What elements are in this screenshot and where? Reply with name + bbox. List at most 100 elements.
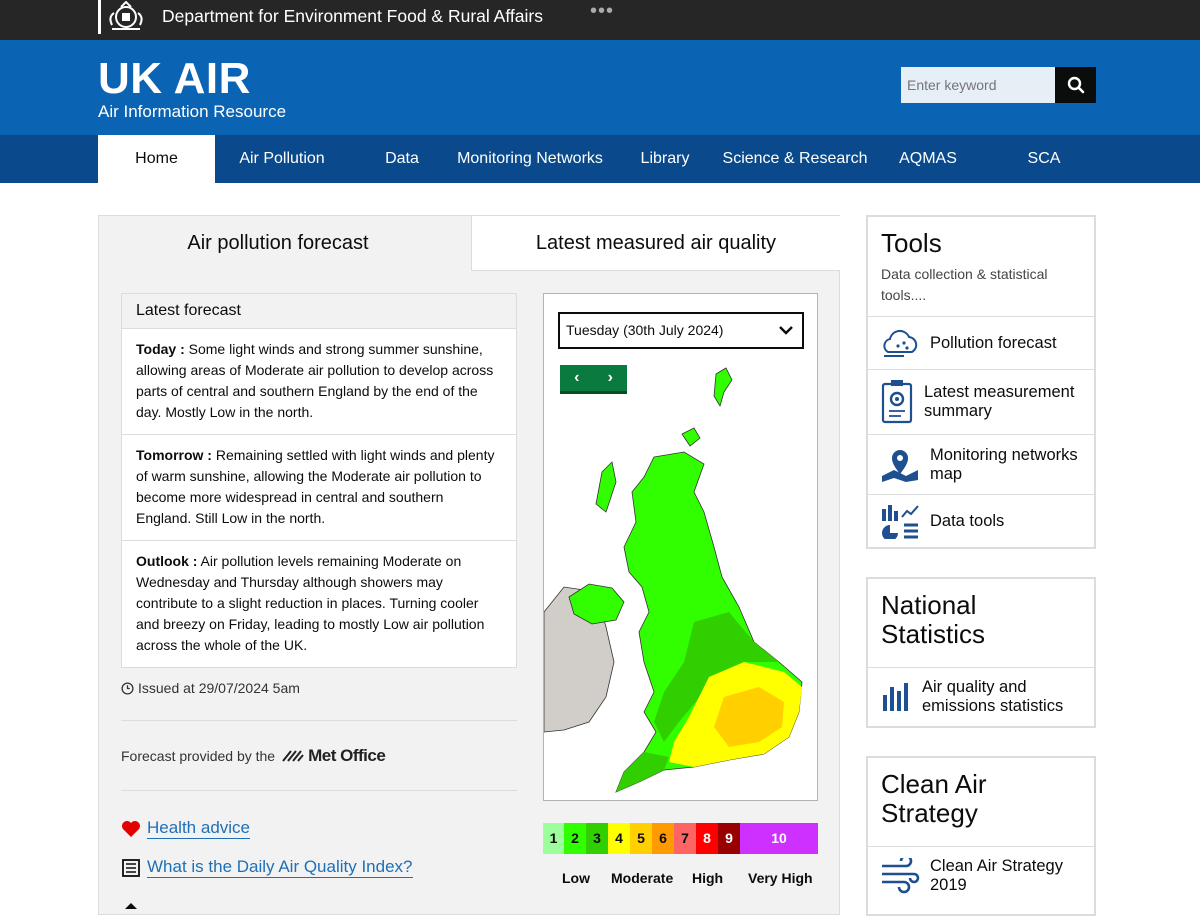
tool-latest-measurement-summary[interactable]: Latest measurement summary bbox=[868, 369, 1094, 434]
nav-data[interactable]: Data bbox=[362, 135, 442, 183]
health-advice-link-row: Health advice bbox=[121, 818, 251, 839]
daqi-scale: 1 2 3 4 5 6 7 8 9 10 bbox=[543, 823, 818, 854]
map-pin-icon bbox=[880, 448, 920, 482]
clock-icon bbox=[121, 681, 134, 695]
daqi-band-5: 5 bbox=[630, 823, 652, 854]
orkney-shape bbox=[681, 427, 701, 447]
daqi-band-6: 6 bbox=[652, 823, 674, 854]
nav-home[interactable]: Home bbox=[98, 135, 215, 183]
daqi-band-2: 2 bbox=[564, 823, 586, 854]
search-button[interactable] bbox=[1055, 67, 1096, 103]
daqi-band-1: 1 bbox=[543, 823, 564, 854]
site-subtitle: Air Information Resource bbox=[98, 102, 287, 121]
met-office-logo[interactable]: Met Office bbox=[281, 746, 386, 766]
tool-monitoring-networks-map[interactable]: Monitoring networks map bbox=[868, 434, 1094, 494]
search-input[interactable] bbox=[901, 67, 1055, 103]
selected-day: Tuesday (30th July 2024) bbox=[566, 322, 724, 338]
more-menu-icon[interactable]: ••• bbox=[590, 0, 614, 23]
department-name[interactable]: Department for Environment Food & Rural … bbox=[162, 6, 543, 27]
tool-pollution-forecast[interactable]: Pollution forecast bbox=[868, 316, 1094, 369]
met-office-swoosh-icon bbox=[282, 750, 304, 762]
tool-monitoring-networks-label: Monitoring networks map bbox=[930, 445, 1078, 483]
tomorrow-label: Tomorrow : bbox=[136, 447, 212, 463]
nav-sca[interactable]: SCA bbox=[1004, 135, 1084, 183]
forecast-tomorrow: Tomorrow : Remaining settled with light … bbox=[122, 435, 516, 541]
forecast-provider: Forecast provided by the Met Office bbox=[121, 746, 386, 766]
daqi-band-10: 10 bbox=[740, 823, 818, 854]
daqi-band-9: 9 bbox=[718, 823, 740, 854]
air-quality-emissions-stats-link[interactable]: Air quality and emissions statistics bbox=[868, 667, 1094, 726]
forecast-today: Today : Some light winds and strong summ… bbox=[122, 329, 516, 435]
department-bar: Department for Environment Food & Rural … bbox=[0, 0, 1200, 40]
daqi-band-7: 7 bbox=[674, 823, 696, 854]
outlook-label: Outlook : bbox=[136, 553, 198, 569]
tools-box: Tools Data collection & statistical tool… bbox=[866, 215, 1096, 549]
tool-pollution-forecast-label: Pollution forecast bbox=[930, 333, 1057, 352]
health-advice-link[interactable]: Health advice bbox=[147, 818, 251, 839]
daqi-band-4: 4 bbox=[608, 823, 630, 854]
daqi-band-8: 8 bbox=[696, 823, 718, 854]
site-title[interactable]: UK AIR bbox=[98, 54, 251, 104]
divider bbox=[121, 720, 517, 721]
cloud-forecast-icon bbox=[880, 326, 920, 360]
clipboard-report-icon bbox=[880, 379, 914, 425]
latest-forecast-box: Latest forecast Today : Some light winds… bbox=[121, 293, 517, 668]
daqi-level-very-high: Very High bbox=[748, 870, 813, 886]
data-charts-icon bbox=[880, 503, 920, 539]
tab-latest-measured[interactable]: Latest measured air quality bbox=[471, 216, 840, 271]
latest-forecast-heading: Latest forecast bbox=[122, 294, 516, 329]
clean-air-strategy-2019-label: Clean Air Strategy 2019 bbox=[930, 856, 1063, 894]
royal-crest-icon[interactable] bbox=[98, 0, 150, 34]
tools-title: Tools bbox=[881, 228, 942, 258]
bar-chart-icon bbox=[880, 681, 912, 713]
tool-data-tools-label: Data tools bbox=[930, 511, 1005, 530]
met-office-name: Met Office bbox=[308, 746, 386, 765]
forecast-panel: Air pollution forecast Latest measured a… bbox=[98, 215, 840, 915]
main-navigation: Home Air Pollution Data Monitoring Netwo… bbox=[0, 135, 1200, 183]
search-icon bbox=[1067, 76, 1084, 94]
tools-description: Data collection & statistical tools.... bbox=[881, 266, 1048, 303]
issued-text: Issued at 29/07/2024 5am bbox=[138, 680, 300, 696]
daqi-info-link[interactable]: What is the Daily Air Quality Index? bbox=[147, 857, 413, 878]
daqi-level-high: High bbox=[692, 870, 724, 886]
provided-by-text: Forecast provided by the bbox=[121, 748, 276, 764]
divider bbox=[121, 790, 517, 791]
today-text: Some light winds and strong summer sunsh… bbox=[136, 341, 494, 420]
next-day-button[interactable]: › bbox=[608, 369, 613, 387]
uk-forecast-map[interactable] bbox=[543, 362, 817, 800]
previous-day-button[interactable]: ‹ bbox=[574, 369, 579, 387]
nav-library[interactable]: Library bbox=[625, 135, 705, 183]
tool-latest-measurement-label: Latest measurement summary bbox=[924, 383, 1075, 420]
document-list-icon bbox=[122, 858, 140, 877]
partial-icon bbox=[123, 896, 139, 914]
national-statistics-box: National Statistics Air quality and emis… bbox=[866, 577, 1096, 728]
search-form bbox=[901, 67, 1096, 103]
tool-data-tools[interactable]: Data tools bbox=[868, 494, 1094, 547]
air-quality-emissions-stats-label: Air quality and emissions statistics bbox=[922, 678, 1064, 715]
clean-air-strategy-title: Clean Air Strategy bbox=[881, 769, 987, 828]
heart-icon bbox=[122, 820, 140, 837]
forecast-map-panel: Tuesday (30th July 2024) ‹ › bbox=[543, 293, 818, 801]
masthead: UK AIR Air Information Resource bbox=[0, 40, 1200, 135]
issued-time: Issued at 29/07/2024 5am bbox=[121, 680, 300, 696]
nav-air-pollution[interactable]: Air Pollution bbox=[222, 135, 342, 183]
nav-monitoring-networks[interactable]: Monitoring Networks bbox=[450, 135, 610, 183]
daqi-band-3: 3 bbox=[586, 823, 608, 854]
nav-aqmas[interactable]: AQMAS bbox=[885, 135, 971, 183]
hebrides-shape bbox=[595, 461, 617, 513]
daqi-level-moderate: Moderate bbox=[611, 870, 674, 886]
daqi-link-row: What is the Daily Air Quality Index? bbox=[121, 857, 413, 878]
daqi-level-low: Low bbox=[562, 870, 590, 886]
forecast-day-select[interactable]: Tuesday (30th July 2024) bbox=[558, 312, 804, 349]
today-label: Today : bbox=[136, 341, 185, 357]
clean-air-strategy-box: Clean Air Strategy Clean Air Strategy 20… bbox=[866, 756, 1096, 916]
nav-science-research[interactable]: Science & Research bbox=[718, 135, 872, 183]
clean-air-strategy-2019-link[interactable]: Clean Air Strategy 2019 bbox=[868, 846, 1094, 904]
tab-air-pollution-forecast[interactable]: Air pollution forecast bbox=[99, 216, 457, 271]
wind-icon bbox=[880, 857, 920, 894]
chevron-down-icon bbox=[778, 314, 794, 359]
shetland-shape bbox=[713, 367, 733, 407]
national-statistics-title: National Statistics bbox=[881, 590, 986, 649]
forecast-outlook: Outlook : Air pollution levels remaining… bbox=[122, 541, 516, 667]
day-navigation: ‹ › bbox=[560, 365, 627, 394]
